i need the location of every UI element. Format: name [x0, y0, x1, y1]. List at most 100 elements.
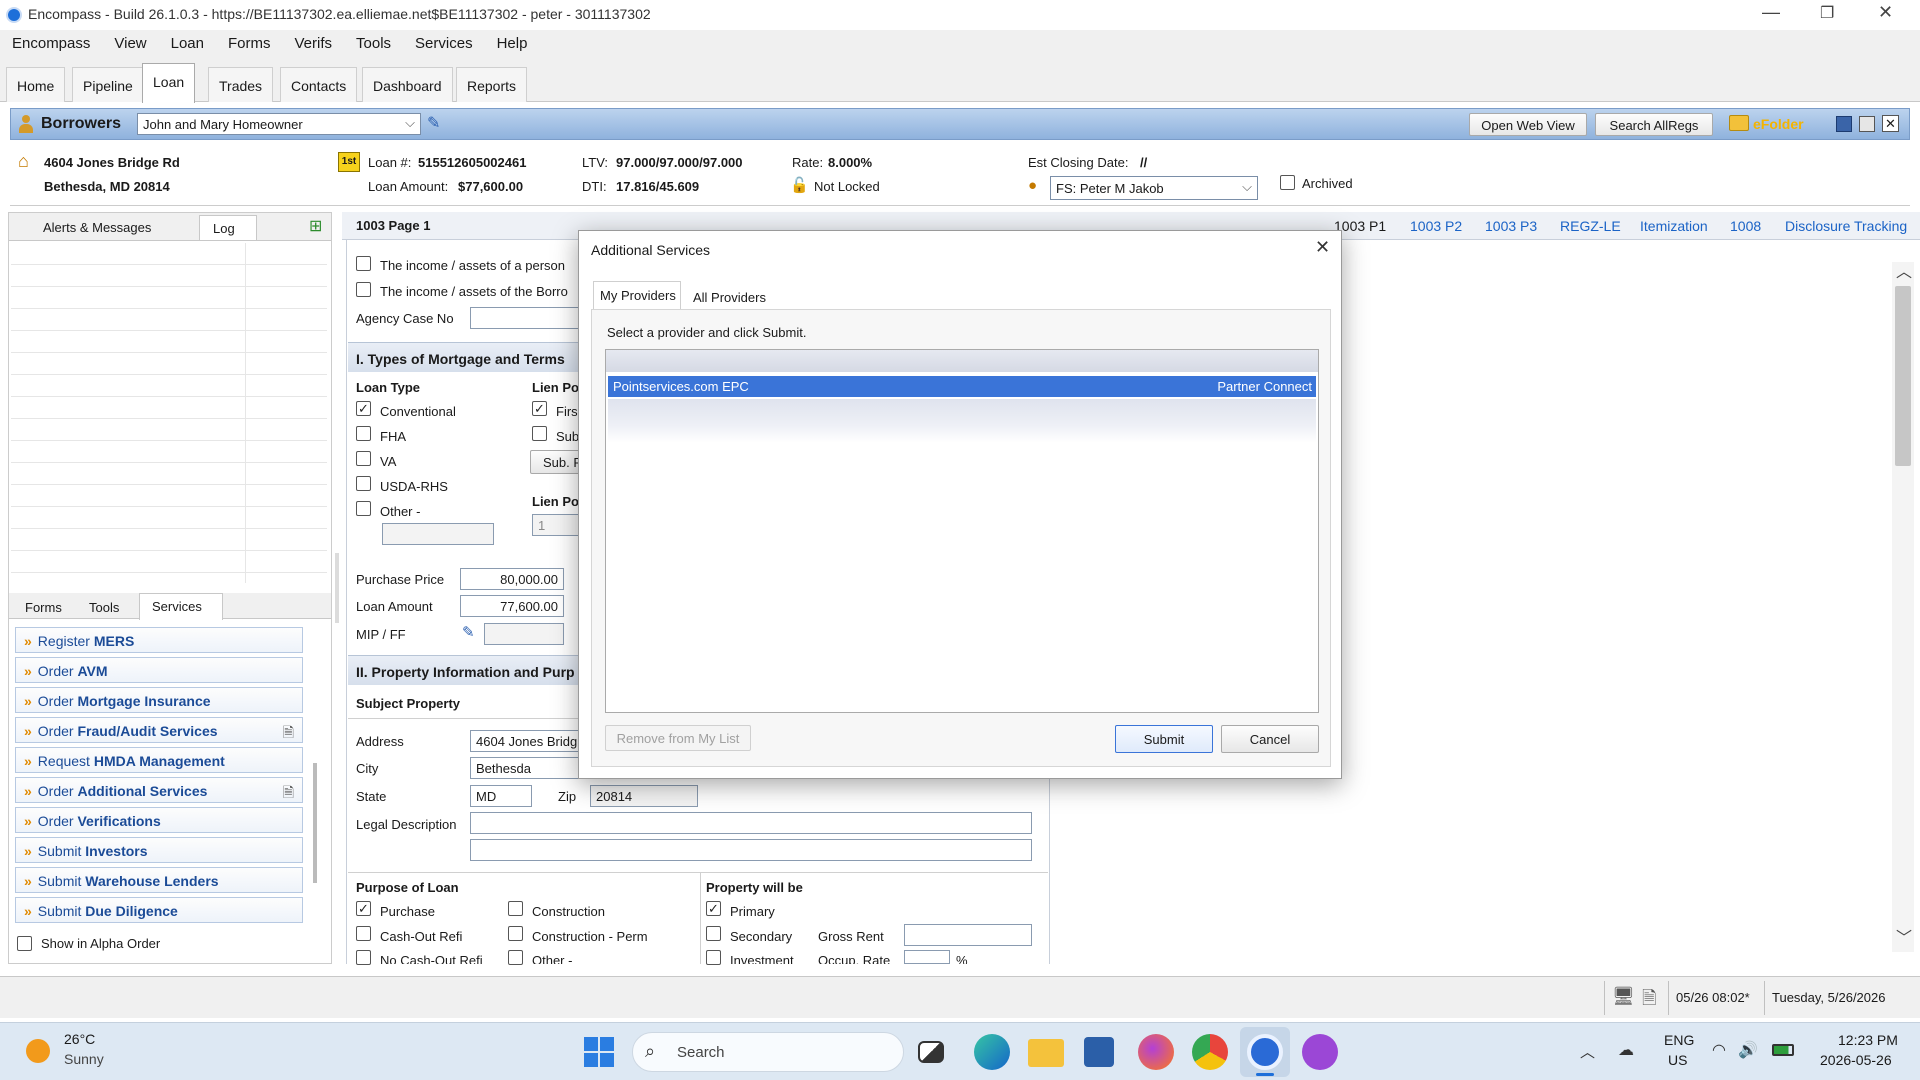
firefox-icon[interactable]	[1138, 1034, 1174, 1070]
fs-select[interactable]: FS: Peter M Jakob ⌵	[1050, 176, 1258, 200]
dialog-tab-all-providers[interactable]: All Providers	[693, 290, 766, 305]
dialog-tab-my-providers[interactable]: My Providers	[593, 281, 681, 309]
chevron-up-icon[interactable]: ︿	[1580, 1041, 1595, 1062]
income-borrower-checkbox[interactable]	[356, 282, 371, 297]
archived-checkbox[interactable]	[1280, 175, 1295, 190]
form-link-1003-p3[interactable]: 1003 P3	[1485, 218, 1537, 234]
usda-checkbox[interactable]	[356, 476, 371, 491]
edge-icon[interactable]	[974, 1034, 1010, 1070]
chrome-icon[interactable]	[1192, 1034, 1228, 1070]
task-view-icon[interactable]	[918, 1041, 944, 1063]
cloud-icon[interactable]: ☁	[1618, 1040, 1634, 1060]
other-checkbox[interactable]	[356, 501, 371, 516]
purchase-price-input[interactable]: 80,000.00	[460, 568, 564, 590]
agency-case-input[interactable]	[470, 307, 590, 329]
search-allregs-button[interactable]: Search AllRegs	[1595, 113, 1713, 136]
other-loan-type-input[interactable]	[382, 523, 494, 545]
document-icon[interactable]: 🗎	[283, 722, 294, 746]
tab-home[interactable]: Home	[6, 67, 66, 102]
cash-out-refi-checkbox[interactable]	[356, 926, 371, 941]
provider-row[interactable]: Pointservices.com EPC Partner Connect	[608, 376, 1316, 397]
splitter[interactable]	[335, 553, 339, 623]
store-icon[interactable]	[1084, 1037, 1114, 1067]
menu-forms[interactable]: Forms	[216, 30, 283, 57]
service-request-hmda[interactable]: » Request HMDA Management	[15, 747, 303, 773]
menu-help[interactable]: Help	[485, 30, 540, 57]
print-icon[interactable]	[1859, 116, 1875, 132]
tab-tools[interactable]: Tools	[89, 600, 119, 615]
tab-services[interactable]: Services	[139, 593, 223, 620]
menu-tools[interactable]: Tools	[344, 30, 403, 57]
service-order-avm[interactable]: » Order AVM	[15, 657, 303, 683]
tab-alerts-messages[interactable]: Alerts & Messages	[43, 220, 151, 235]
open-web-view-button[interactable]: Open Web View	[1469, 113, 1587, 136]
menu-verifs[interactable]: Verifs	[283, 30, 345, 57]
form-link-1008[interactable]: 1008	[1730, 218, 1761, 234]
minimize-icon[interactable]: —	[1762, 2, 1780, 23]
efolder-icon[interactable]	[1729, 115, 1749, 131]
alpha-order-checkbox[interactable]	[17, 936, 32, 951]
add-note-icon[interactable]: ⊞	[309, 216, 322, 236]
tab-trades[interactable]: Trades	[208, 67, 274, 102]
edit-borrower-icon[interactable]: ✎	[427, 113, 440, 133]
form-link-disclosure-tracking[interactable]: Disclosure Tracking	[1785, 218, 1907, 234]
investment-checkbox[interactable]	[706, 950, 721, 965]
no-cash-out-refi-checkbox[interactable]	[356, 950, 371, 965]
battery-icon[interactable]	[1772, 1044, 1794, 1056]
taskbar-search-box[interactable]: ⌕ Search	[632, 1032, 904, 1072]
volume-icon[interactable]: 🔊	[1738, 1040, 1758, 1060]
services-scrollbar[interactable]	[313, 763, 317, 883]
form-link-regz-le[interactable]: REGZ-LE	[1560, 218, 1621, 234]
scroll-thumb[interactable]	[1895, 286, 1911, 466]
close-window-icon[interactable]: ✕	[1878, 2, 1893, 23]
primary-checkbox[interactable]: ✓	[706, 901, 721, 916]
computer-icon[interactable]: 🖥	[1612, 986, 1635, 1007]
lien-first-checkbox[interactable]: ✓	[532, 401, 547, 416]
clock-time[interactable]: 12:23 PM	[1838, 1032, 1898, 1048]
save-icon[interactable]	[1836, 116, 1852, 132]
submit-button[interactable]: Submit	[1115, 725, 1213, 753]
service-order-mortgage-insurance[interactable]: » Order Mortgage Insurance	[15, 687, 303, 713]
legal-description-input-1[interactable]	[470, 812, 1032, 834]
service-submit-due-diligence[interactable]: » Submit Due Diligence	[15, 897, 303, 923]
snipping-tool-icon[interactable]	[1302, 1034, 1338, 1070]
purpose-other-checkbox[interactable]	[508, 950, 523, 965]
state-input[interactable]: MD	[470, 785, 532, 807]
edit-mip-icon[interactable]: ✎	[462, 623, 475, 641]
occupancy-rate-input[interactable]	[904, 950, 950, 964]
menu-services[interactable]: Services	[403, 30, 485, 57]
zip-input[interactable]: 20814	[590, 785, 698, 807]
service-order-additional-services[interactable]: » Order Additional Services 🗎	[15, 777, 303, 803]
tab-log[interactable]: Log	[199, 215, 257, 241]
income-person-checkbox[interactable]	[356, 256, 371, 271]
language-line1[interactable]: ENG	[1664, 1032, 1694, 1048]
form-link-itemization[interactable]: Itemization	[1640, 218, 1708, 234]
lien-sub-checkbox[interactable]	[532, 426, 547, 441]
service-register-mers[interactable]: » Register MERS	[15, 627, 303, 653]
fha-checkbox[interactable]	[356, 426, 371, 441]
scroll-down-icon[interactable]: ﹀	[1896, 924, 1912, 948]
construction-checkbox[interactable]	[508, 901, 523, 916]
document-icon[interactable]: 🗎	[1642, 986, 1656, 1016]
tab-dashboard[interactable]: Dashboard	[362, 67, 453, 102]
tab-contacts[interactable]: Contacts	[280, 67, 358, 102]
gross-rent-input[interactable]	[904, 924, 1032, 946]
borrower-select[interactable]: John and Mary Homeowner ⌵	[137, 113, 421, 135]
tab-pipeline[interactable]: Pipeline	[72, 67, 144, 102]
close-dialog-icon[interactable]: ✕	[1315, 237, 1330, 258]
remove-from-list-button[interactable]: Remove from My List	[605, 725, 751, 751]
construction-perm-checkbox[interactable]	[508, 926, 523, 941]
windows-start-icon[interactable]	[584, 1037, 614, 1067]
va-checkbox[interactable]	[356, 451, 371, 466]
menu-encompass[interactable]: Encompass	[0, 30, 102, 57]
mip-input[interactable]	[484, 623, 564, 645]
service-submit-investors[interactable]: » Submit Investors	[15, 837, 303, 863]
menu-loan[interactable]: Loan	[159, 30, 216, 57]
close-loan-icon[interactable]: ✕	[1882, 115, 1899, 132]
weather-sun-icon[interactable]	[26, 1039, 50, 1063]
weather-temp[interactable]: 26°C	[64, 1031, 95, 1047]
scroll-up-icon[interactable]: ︿	[1896, 258, 1912, 282]
legal-description-input-2[interactable]	[470, 839, 1032, 861]
secondary-checkbox[interactable]	[706, 926, 721, 941]
language-line2[interactable]: US	[1668, 1052, 1687, 1068]
